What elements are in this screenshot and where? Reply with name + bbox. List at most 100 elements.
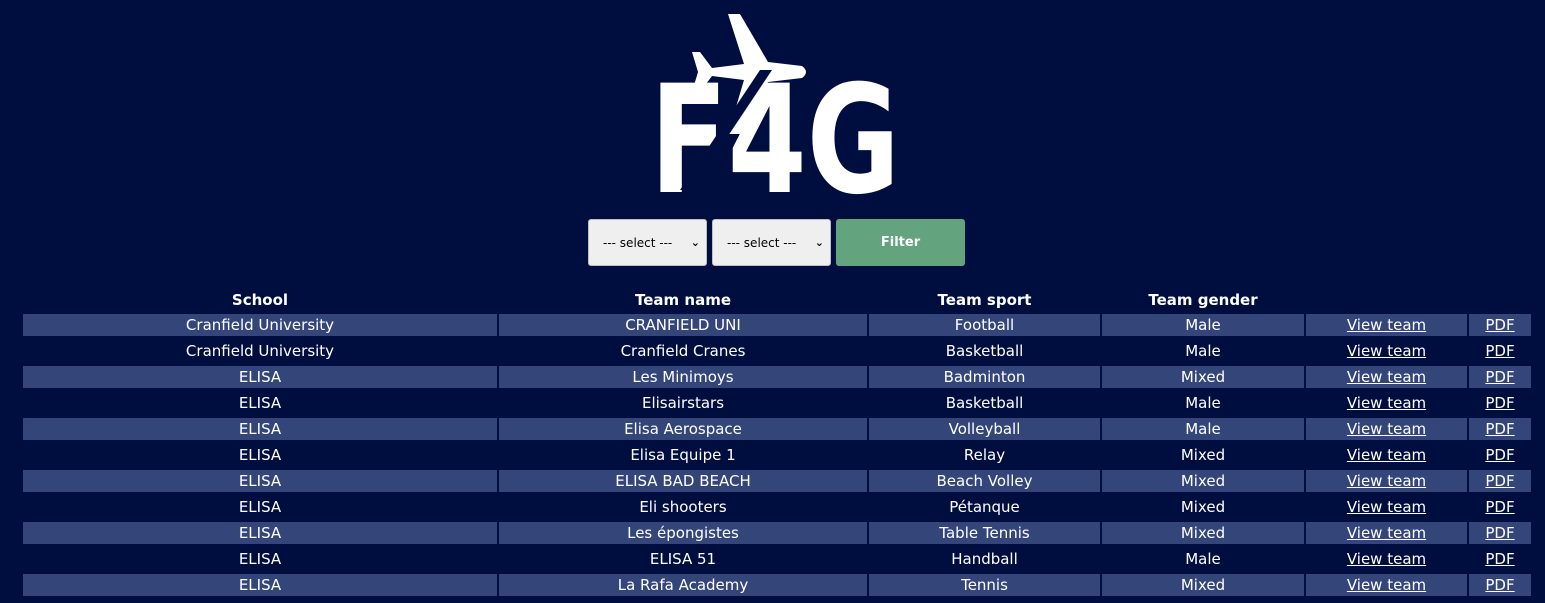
cell-team-sport: Volleyball (869, 416, 1100, 442)
cell-team-sport: Football (869, 312, 1100, 338)
filter-button[interactable]: Filter (836, 219, 965, 266)
teams-table: School Team name Team sport Team gender … (21, 287, 1533, 598)
table-row: ELISA La Rafa Academy Tennis Mixed View … (23, 572, 1531, 598)
view-team-link[interactable]: View team (1347, 342, 1426, 360)
pdf-link[interactable]: PDF (1485, 446, 1514, 464)
view-team-link[interactable]: View team (1347, 316, 1426, 334)
cell-school: Cranfield University (185, 342, 335, 360)
chevron-down-icon: ⌄ (690, 236, 700, 249)
pdf-link[interactable]: PDF (1485, 550, 1514, 568)
cell-team-name: ELISA 51 (649, 550, 717, 568)
table-row: ELISA Les Minimoys Badminton Mixed View … (23, 364, 1531, 390)
cell-team-gender: Mixed (1102, 572, 1304, 598)
cell-view: View team (1306, 520, 1467, 546)
cell-pdf: PDF (1469, 572, 1531, 598)
cell-pdf: PDF (1469, 494, 1531, 520)
cell-team-gender: Mixed (1180, 446, 1226, 464)
view-team-link[interactable]: View team (1347, 550, 1426, 568)
pdf-link[interactable]: PDF (1485, 368, 1514, 386)
pdf-link[interactable]: PDF (1485, 472, 1514, 490)
cell-view: View team (1306, 494, 1467, 520)
cell-team-name: Eli shooters (639, 498, 727, 516)
header-team-sport: Team sport (937, 290, 1032, 309)
cell-team-name: Cranfield Cranes (620, 342, 746, 360)
table-body: Cranfield University CRANFIELD UNI Footb… (23, 312, 1531, 598)
pdf-link[interactable]: PDF (1485, 498, 1514, 516)
pdf-link[interactable]: PDF (1485, 524, 1514, 542)
cell-pdf: PDF (1469, 520, 1531, 546)
pdf-link[interactable]: PDF (1485, 394, 1514, 412)
header-team-gender: Team gender (1148, 290, 1258, 309)
view-team-link[interactable]: View team (1347, 368, 1426, 386)
cell-school: ELISA (238, 446, 282, 464)
cell-school: ELISA (23, 520, 497, 546)
view-team-link[interactable]: View team (1347, 446, 1426, 464)
view-team-link[interactable]: View team (1347, 524, 1426, 542)
cell-view: View team (1306, 416, 1467, 442)
sport-select-value: --- select --- (727, 235, 797, 250)
school-select[interactable]: --- select --- ⌄ (588, 219, 707, 266)
table-row: ELISA ELISA BAD BEACH Beach Volley Mixed… (23, 468, 1531, 494)
cell-team-sport: Handball (951, 550, 1018, 568)
cell-team-name: Elisa Equipe 1 (630, 446, 736, 464)
view-team-link[interactable]: View team (1347, 394, 1426, 412)
chevron-down-icon: ⌄ (814, 236, 824, 249)
logo-icon: F4G (650, 14, 900, 228)
view-team-link[interactable]: View team (1347, 576, 1426, 594)
pdf-link[interactable]: PDF (1485, 316, 1514, 334)
cell-pdf: PDF (1469, 390, 1531, 416)
view-team-link[interactable]: View team (1347, 420, 1426, 438)
cell-view: View team (1306, 312, 1467, 338)
cell-view: View team (1306, 442, 1467, 468)
cell-school: ELISA (23, 468, 497, 494)
cell-view: View team (1306, 390, 1467, 416)
cell-team-name: La Rafa Academy (499, 572, 867, 598)
header-pdf (1469, 287, 1531, 312)
cell-team-gender: Male (1185, 550, 1221, 568)
table-row: ELISA Les épongistes Table Tennis Mixed … (23, 520, 1531, 546)
cell-team-gender: Male (1185, 394, 1221, 412)
cell-team-sport: Badminton (869, 364, 1100, 390)
sport-select[interactable]: --- select --- ⌄ (712, 219, 831, 266)
cell-team-name: ELISA BAD BEACH (499, 468, 867, 494)
table-row: ELISA ELISA 51 Handball Male View team P… (23, 546, 1531, 572)
cell-pdf: PDF (1469, 364, 1531, 390)
cell-pdf: PDF (1469, 416, 1531, 442)
cell-team-gender: Male (1185, 342, 1221, 360)
cell-team-gender: Male (1102, 416, 1304, 442)
cell-team-name: Elisairstars (641, 394, 725, 412)
cell-pdf: PDF (1469, 312, 1531, 338)
cell-pdf: PDF (1469, 546, 1531, 572)
cell-team-gender: Mixed (1102, 364, 1304, 390)
table-row: ELISA Eli shooters Pétanque Mixed View t… (23, 494, 1531, 520)
cell-team-sport: Pétanque (949, 498, 1020, 516)
cell-school: ELISA (23, 572, 497, 598)
cell-team-gender: Male (1102, 312, 1304, 338)
cell-view: View team (1306, 364, 1467, 390)
pdf-link[interactable]: PDF (1485, 342, 1514, 360)
pdf-link[interactable]: PDF (1485, 576, 1514, 594)
f4g-logo: F4G (640, 10, 910, 228)
view-team-link[interactable]: View team (1347, 498, 1426, 516)
filter-bar: --- select --- ⌄ --- select --- ⌄ Filter (588, 219, 965, 266)
cell-school: ELISA (23, 364, 497, 390)
cell-team-gender: Mixed (1102, 520, 1304, 546)
school-select-value: --- select --- (603, 235, 673, 250)
cell-pdf: PDF (1469, 468, 1531, 494)
table-row: ELISA Elisairstars Basketball Male View … (23, 390, 1531, 416)
cell-view: View team (1306, 468, 1467, 494)
header-school: School (231, 290, 289, 309)
table-row: ELISA Elisa Aerospace Volleyball Male Vi… (23, 416, 1531, 442)
table-row: Cranfield University CRANFIELD UNI Footb… (23, 312, 1531, 338)
cell-school: ELISA (23, 416, 497, 442)
view-team-link[interactable]: View team (1347, 472, 1426, 490)
cell-team-sport: Tennis (869, 572, 1100, 598)
cell-team-name: Elisa Aerospace (499, 416, 867, 442)
table-row: Cranfield University Cranfield Cranes Ba… (23, 338, 1531, 364)
cell-team-sport: Basketball (945, 394, 1024, 412)
cell-pdf: PDF (1469, 442, 1531, 468)
cell-team-sport: Basketball (945, 342, 1024, 360)
cell-view: View team (1306, 338, 1467, 364)
pdf-link[interactable]: PDF (1485, 420, 1514, 438)
cell-team-name: Les épongistes (499, 520, 867, 546)
